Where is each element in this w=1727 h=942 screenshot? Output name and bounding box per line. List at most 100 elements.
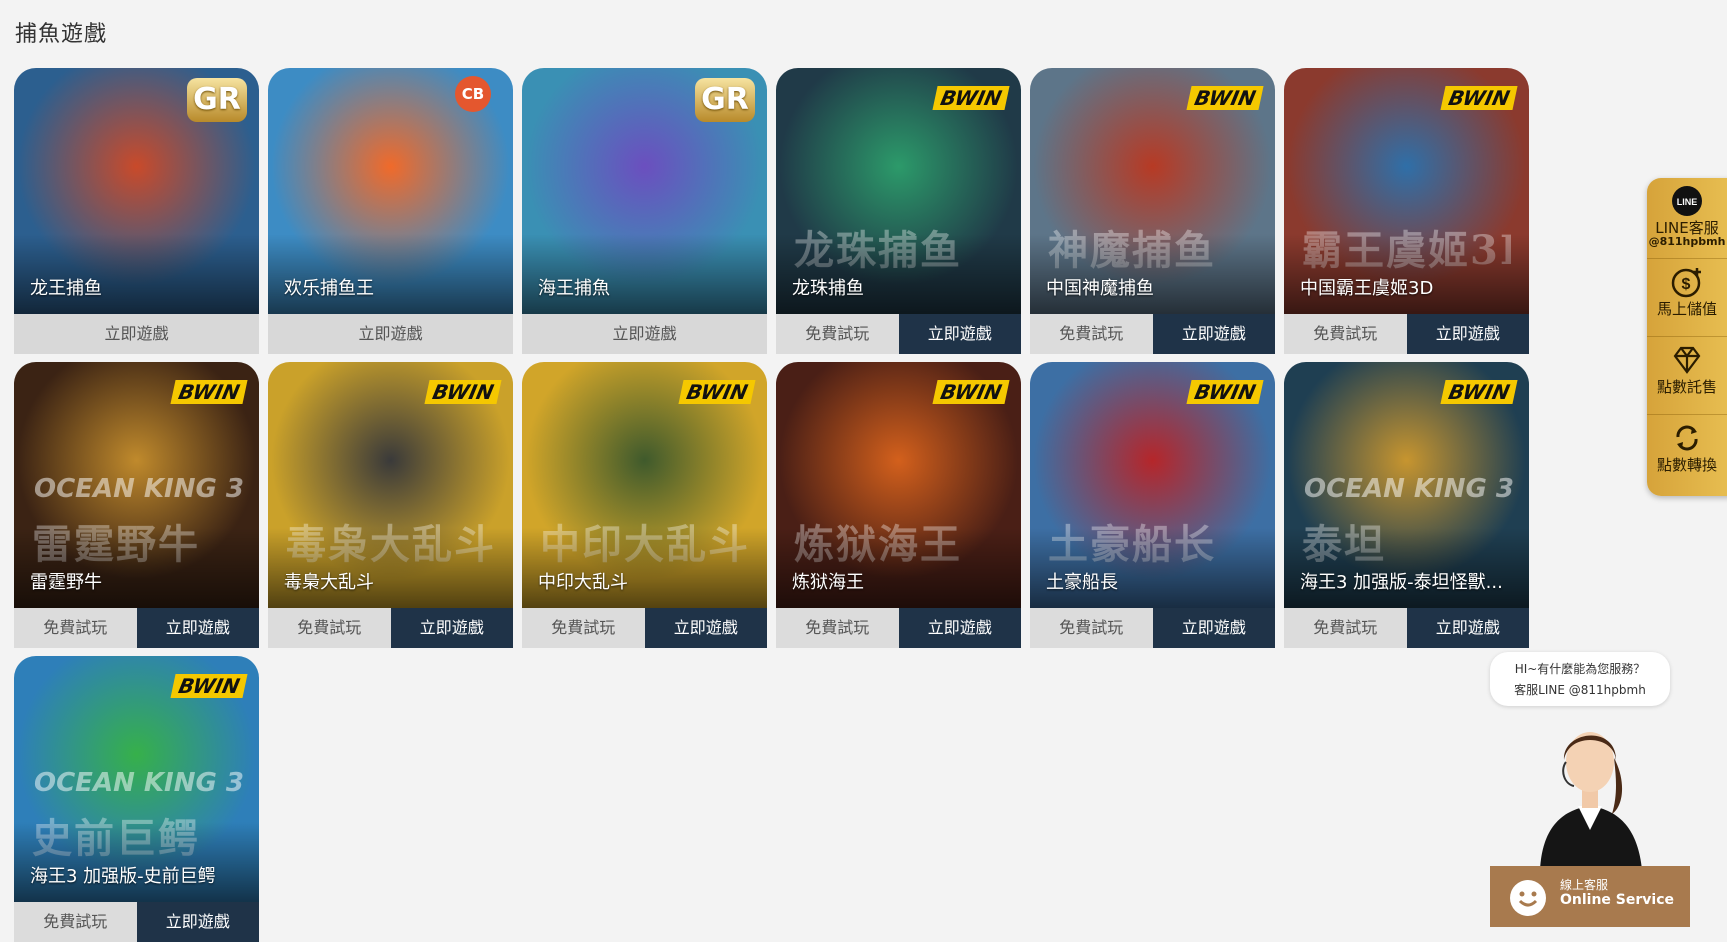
provider-logo: BWIN <box>932 86 1010 110</box>
sidebar-label: LINE客服 <box>1655 219 1719 237</box>
game-name: 海王3 加强版-泰坦怪獸... <box>1300 572 1503 593</box>
online-service-button[interactable]: 線上客服 Online Service <box>1490 866 1690 927</box>
diamond-icon <box>1673 346 1701 374</box>
sidebar-item-deposit[interactable]: $ 馬上儲值 <box>1647 258 1727 335</box>
play-now-button[interactable]: 立即遊戲 <box>268 314 513 354</box>
sidebar-item-convert[interactable]: 點數轉換 <box>1647 414 1727 491</box>
service-label-en: Online Service <box>1560 892 1675 908</box>
game-card: GR 海王捕魚 立即遊戲 <box>522 68 767 354</box>
game-actions: 免費試玩 立即遊戲 <box>14 902 259 942</box>
provider-logo: BWIN <box>678 380 756 404</box>
game-card: GR 龙王捕鱼 立即遊戲 <box>14 68 259 354</box>
free-trial-button[interactable]: 免費試玩 <box>268 608 391 648</box>
game-actions: 立即遊戲 <box>14 314 259 354</box>
play-now-button[interactable]: 立即遊戲 <box>1152 608 1275 648</box>
game-actions: 立即遊戲 <box>268 314 513 354</box>
play-now-button[interactable]: 立即遊戲 <box>898 608 1021 648</box>
provider-logo: BWIN <box>424 380 502 404</box>
game-card: 霸王虞姬3DBWIN中国霸王虞姬3D免費試玩立即遊戲 <box>1284 68 1529 354</box>
free-trial-button[interactable]: 免費試玩 <box>776 608 899 648</box>
game-series-logo: OCEAN KING 3 <box>34 768 244 798</box>
free-trial-button[interactable]: 免費試玩 <box>1030 314 1153 354</box>
provider-logo: BWIN <box>170 380 248 404</box>
game-thumbnail[interactable]: OCEAN KING 3泰坦BWIN海王3 加强版-泰坦怪獸... <box>1284 362 1529 608</box>
sidebar-label: 點數託售 <box>1656 378 1717 396</box>
game-thumbnail[interactable]: OCEAN KING 3雷霆野牛BWIN雷霆野牛 <box>14 362 259 608</box>
provider-logo: BWIN <box>1186 380 1264 404</box>
play-now-button[interactable]: 立即遊戲 <box>1406 608 1529 648</box>
svg-text:LINE: LINE <box>1677 197 1698 207</box>
play-now-button[interactable]: 立即遊戲 <box>136 902 259 942</box>
game-name: 海王3 加强版-史前巨鳄 <box>30 866 216 887</box>
exchange-icon <box>1676 425 1698 451</box>
play-now-button[interactable]: 立即遊戲 <box>136 608 259 648</box>
game-name: 炼狱海王 <box>792 572 864 593</box>
game-thumbnail[interactable]: 中印大乱斗BWIN中印大乱斗 <box>522 362 767 608</box>
free-trial-button[interactable]: 免費試玩 <box>1284 608 1407 648</box>
game-thumbnail[interactable]: 神魔捕鱼BWIN中国神魔捕鱼 <box>1030 68 1275 314</box>
play-now-button[interactable]: 立即遊戲 <box>14 314 259 354</box>
game-actions: 免費試玩 立即遊戲 <box>776 314 1021 354</box>
free-trial-button[interactable]: 免費試玩 <box>522 608 645 648</box>
game-thumbnail[interactable]: GR 龙王捕鱼 <box>14 68 259 314</box>
game-thumbnail[interactable]: GR 海王捕魚 <box>522 68 767 314</box>
game-name: 海王捕魚 <box>538 278 610 299</box>
game-card: CB 欢乐捕鱼王立即遊戲 <box>268 68 513 354</box>
provider-logo: CB <box>455 76 491 112</box>
game-actions: 免費試玩 立即遊戲 <box>776 608 1021 648</box>
game-name: 毒梟大乱斗 <box>284 572 374 593</box>
game-actions: 免費試玩 立即遊戲 <box>1030 608 1275 648</box>
game-name: 欢乐捕鱼王 <box>284 278 374 299</box>
game-actions: 免費試玩 立即遊戲 <box>1284 314 1529 354</box>
game-actions: 免費試玩 立即遊戲 <box>522 608 767 648</box>
free-trial-button[interactable]: 免費試玩 <box>14 608 137 648</box>
game-card: 中印大乱斗BWIN中印大乱斗免費試玩立即遊戲 <box>522 362 767 648</box>
game-thumbnail[interactable]: 炼狱海王BWIN炼狱海王 <box>776 362 1021 608</box>
free-trial-button[interactable]: 免費試玩 <box>1284 314 1407 354</box>
play-now-button[interactable]: 立即遊戲 <box>390 608 513 648</box>
game-actions: 免費試玩 立即遊戲 <box>1030 314 1275 354</box>
game-name: 中国神魔捕鱼 <box>1046 278 1154 299</box>
play-now-button[interactable]: 立即遊戲 <box>1152 314 1275 354</box>
sidebar-label: 馬上儲值 <box>1656 300 1717 318</box>
play-now-button[interactable]: 立即遊戲 <box>1406 314 1529 354</box>
free-trial-button[interactable]: 免費試玩 <box>776 314 899 354</box>
line-icon: LINE <box>1672 186 1702 216</box>
game-series-logo: OCEAN KING 3 <box>1304 474 1514 504</box>
sidebar-label: 點數轉換 <box>1656 456 1717 474</box>
game-card: 龙珠捕鱼BWIN龙珠捕鱼免費試玩立即遊戲 <box>776 68 1021 354</box>
service-label-cn: 線上客服 <box>1560 878 1609 892</box>
game-thumbnail[interactable]: CB 欢乐捕鱼王 <box>268 68 513 314</box>
game-thumbnail[interactable]: 土豪船长BWIN土豪船長 <box>1030 362 1275 608</box>
game-thumbnail[interactable]: 毒枭大乱斗BWIN毒梟大乱斗 <box>268 362 513 608</box>
sidebar-item-consign[interactable]: 點數託售 <box>1647 336 1727 413</box>
game-name: 龙王捕鱼 <box>30 278 102 299</box>
free-trial-button[interactable]: 免費試玩 <box>1030 608 1153 648</box>
game-thumbnail[interactable]: OCEAN KING 3史前巨鳄BWIN海王3 加强版-史前巨鳄 <box>14 656 259 902</box>
provider-logo: BWIN <box>1440 86 1518 110</box>
floating-sidebar: LINE LINE客服 @811hpbmh $ 馬上儲值 點數託售 點數轉換 <box>1647 178 1727 496</box>
game-name: 龙珠捕鱼 <box>792 278 864 299</box>
game-grid: GR龙王捕鱼立即遊戲CB欢乐捕鱼王立即遊戲GR海王捕魚立即遊戲龙珠捕鱼BWIN龙… <box>14 68 1534 942</box>
play-now-button[interactable]: 立即遊戲 <box>644 608 767 648</box>
sidebar-item-line[interactable]: LINE LINE客服 @811hpbmh <box>1647 178 1727 254</box>
provider-logo: BWIN <box>1440 380 1518 404</box>
game-name: 雷霆野牛 <box>30 572 102 593</box>
game-card: OCEAN KING 3泰坦BWIN海王3 加强版-泰坦怪獸...免費試玩立即遊… <box>1284 362 1529 648</box>
free-trial-button[interactable]: 免費試玩 <box>14 902 137 942</box>
game-thumbnail[interactable]: 霸王虞姬3DBWIN中国霸王虞姬3D <box>1284 68 1529 314</box>
game-actions: 免費試玩 立即遊戲 <box>1284 608 1529 648</box>
game-card: 神魔捕鱼BWIN中国神魔捕鱼免費試玩立即遊戲 <box>1030 68 1275 354</box>
play-now-button[interactable]: 立即遊戲 <box>522 314 767 354</box>
customer-service-agent-image <box>1540 732 1642 870</box>
sidebar-sub: @811hpbmh <box>1648 235 1726 248</box>
game-name: 中国霸王虞姬3D <box>1300 278 1434 299</box>
page-title: 捕魚遊戲 <box>15 22 108 47</box>
game-thumbnail[interactable]: 龙珠捕鱼BWIN龙珠捕鱼 <box>776 68 1021 314</box>
game-card: OCEAN KING 3史前巨鳄BWIN海王3 加强版-史前巨鳄免費試玩立即遊戲 <box>14 656 259 942</box>
provider-logo: BWIN <box>170 674 248 698</box>
provider-logo: BWIN <box>932 380 1010 404</box>
play-now-button[interactable]: 立即遊戲 <box>898 314 1021 354</box>
game-card: OCEAN KING 3雷霆野牛BWIN雷霆野牛免費試玩立即遊戲 <box>14 362 259 648</box>
game-actions: 免費試玩 立即遊戲 <box>14 608 259 648</box>
